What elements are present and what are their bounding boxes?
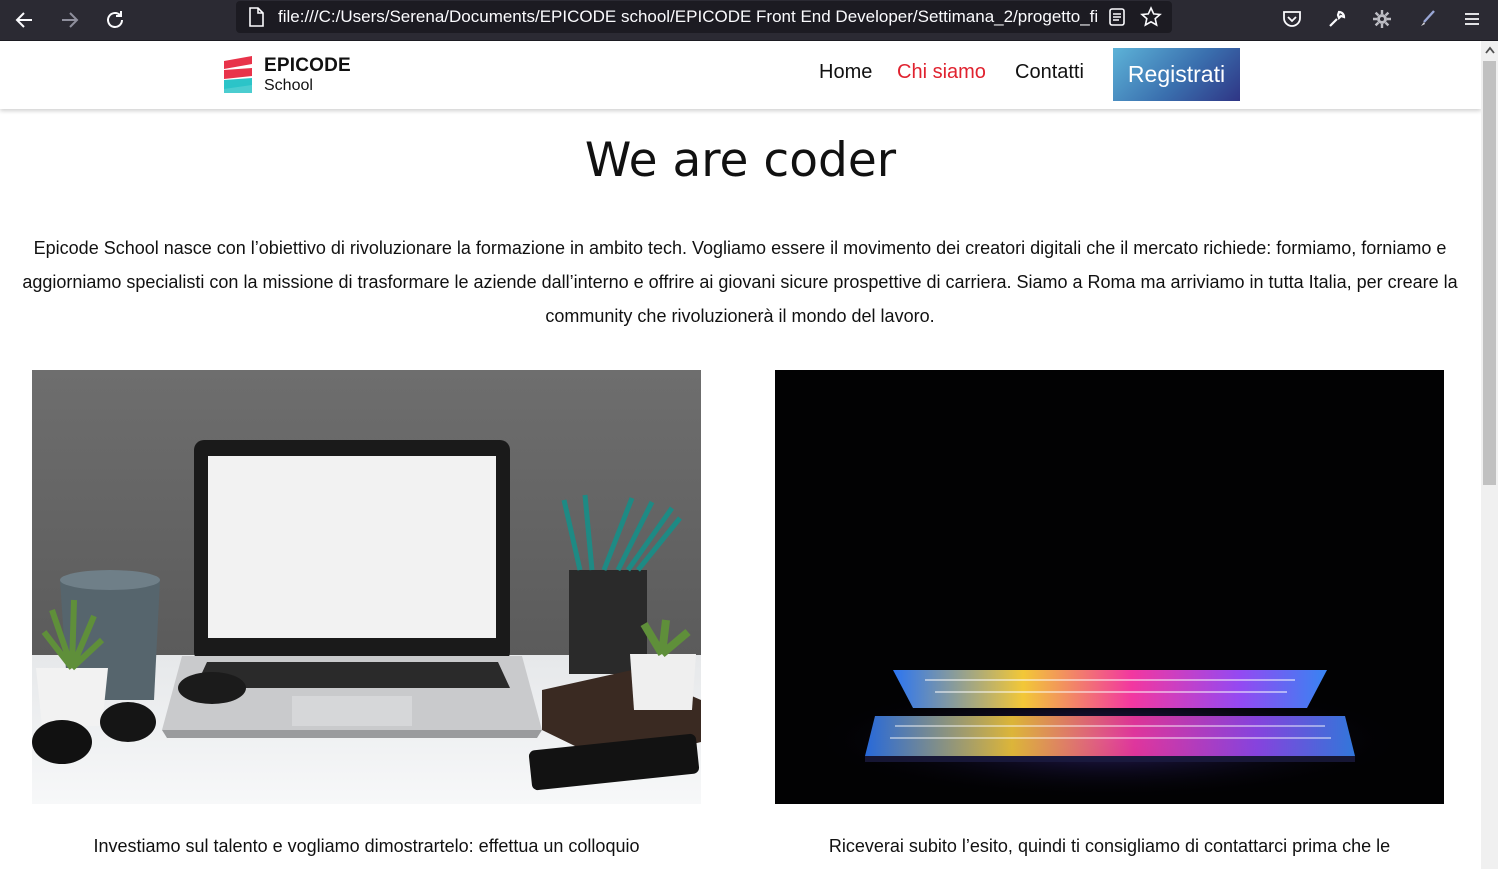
url-text[interactable]: file:///C:/Users/Serena/Documents/EPICOD…: [278, 7, 1098, 27]
scroll-up-arrow-icon[interactable]: [1481, 41, 1498, 58]
logo-wordmark: EPICODE: [264, 55, 351, 76]
nav-link-home[interactable]: Home: [819, 60, 872, 84]
forward-icon[interactable]: [54, 4, 86, 36]
page-scrollbar[interactable]: [1481, 41, 1498, 869]
gear-icon[interactable]: [1368, 5, 1396, 33]
intro-paragraph: Epicode School nasce con l’obiettivo di …: [22, 238, 1458, 326]
card-caption-left: Investiamo sul talento e vogliamo dimost…: [93, 836, 640, 856]
bookmark-star-icon[interactable]: [1140, 6, 1162, 33]
epicode-logo-mark-icon: [224, 56, 252, 93]
page-viewport: EPICODE School Home Chi siamo Contatti R…: [0, 41, 1481, 869]
page-title: We are coder: [584, 133, 897, 188]
scrollbar-thumb[interactable]: [1483, 61, 1496, 485]
desk-laptop-image: [32, 370, 701, 804]
register-button[interactable]: Registrati: [1113, 48, 1240, 101]
url-bar[interactable]: file:///C:/Users/Serena/Documents/EPICOD…: [236, 1, 1172, 33]
card-caption-right: Riceverai subito l’esito, quindi ti cons…: [828, 836, 1391, 856]
wrench-icon[interactable]: [1323, 5, 1351, 33]
site-header: EPICODE School Home Chi siamo Contatti R…: [0, 41, 1481, 109]
paintbrush-icon[interactable]: [1413, 5, 1441, 33]
nav-link-contatti[interactable]: Contatti: [1015, 60, 1084, 84]
reload-icon[interactable]: [99, 4, 131, 36]
glowing-laptop-image: [775, 370, 1444, 804]
pocket-icon[interactable]: [1278, 5, 1306, 33]
browser-toolbar: file:///C:/Users/Serena/Documents/EPICOD…: [0, 0, 1498, 41]
back-icon[interactable]: [8, 4, 40, 36]
logo-subtitle: School: [264, 77, 313, 94]
menu-icon[interactable]: [1458, 5, 1486, 33]
page-icon: [248, 7, 264, 32]
reader-view-icon[interactable]: [1108, 7, 1126, 32]
epicode-logo[interactable]: EPICODE School: [222, 55, 362, 97]
nav-link-chi-siamo[interactable]: Chi siamo: [897, 60, 986, 84]
